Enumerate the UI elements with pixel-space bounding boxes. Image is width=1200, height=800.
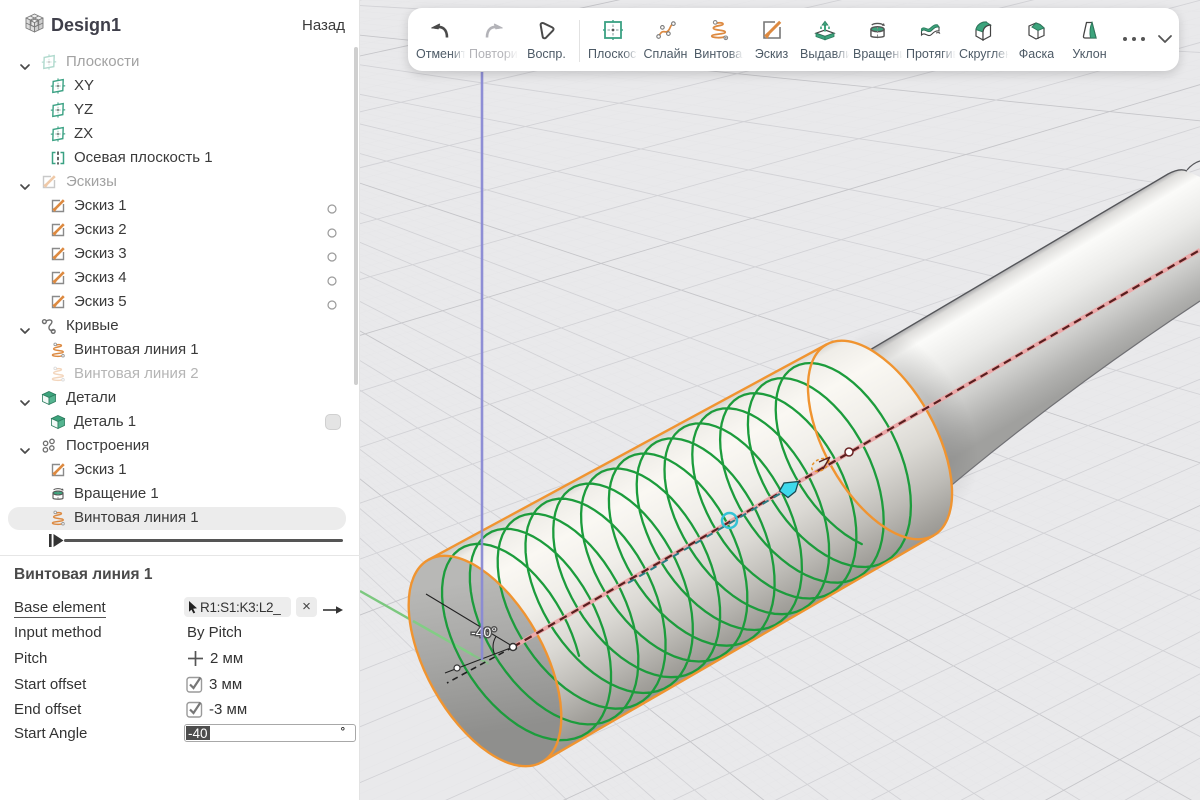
svg-text:-40°: -40°: [471, 624, 497, 640]
